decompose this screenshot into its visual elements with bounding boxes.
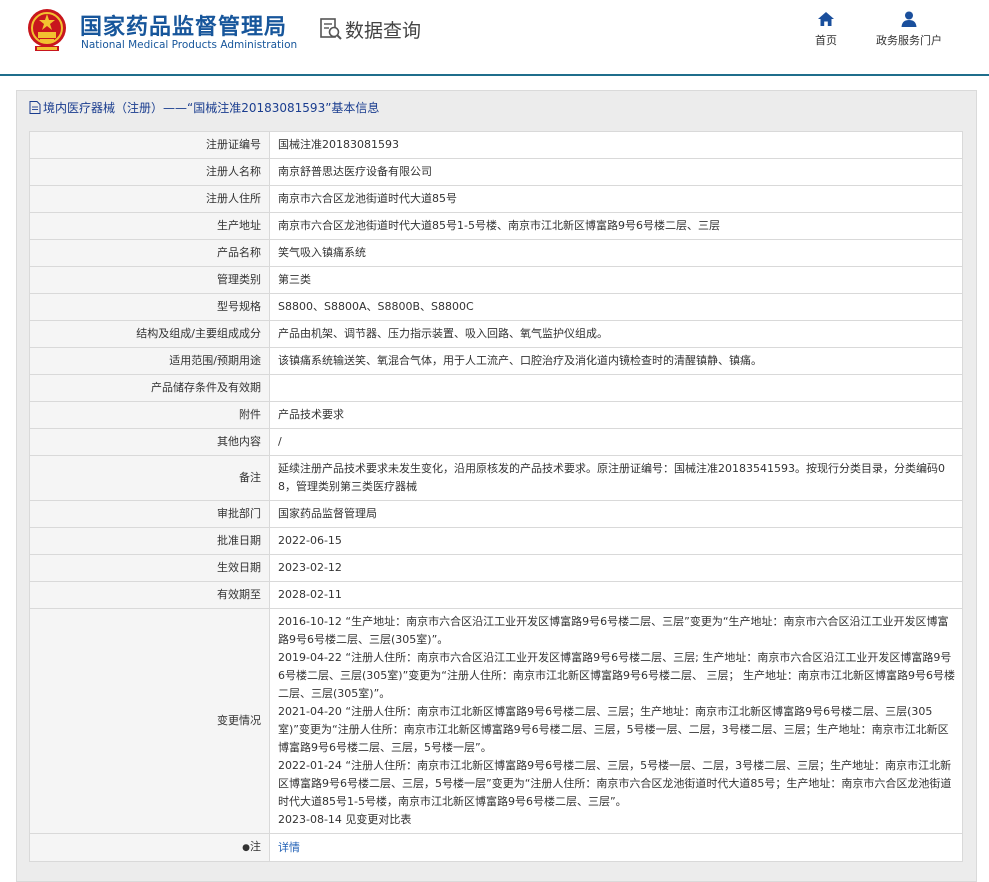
note-value: 详情 <box>269 833 963 862</box>
row-label: 结构及组成/主要组成成分 <box>29 320 270 348</box>
panel-title-text: 境内医疗器械（注册）——“国械注准20183081593”基本信息 <box>43 100 380 115</box>
site-header: 国家药品监督管理局 National Medical Products Admi… <box>0 0 989 76</box>
row-label: 注册人住所 <box>29 185 270 213</box>
detail-table-body: 注册证编号 国械注准20183081593 注册人名称 南京舒普思达医疗设备有限公司… <box>29 131 963 862</box>
table-row: 注册人住所 南京市六合区龙池街道时代大道85号 <box>29 185 963 213</box>
table-row: 批准日期 2022-06-15 <box>29 527 963 555</box>
row-value: 南京市六合区龙池街道时代大道85号 <box>269 185 963 213</box>
search-document-icon <box>320 18 342 40</box>
table-row: 适用范围/预期用途 该镇痛系统输送笑、氧混合气体，用于人工流产、口腔治疗及消化道内… <box>29 347 963 375</box>
row-value: S8800、S8800A、S8800B、S8800C <box>269 293 963 321</box>
row-label: 型号规格 <box>29 293 270 321</box>
row-label: 注册证编号 <box>29 131 270 159</box>
details-link[interactable]: 详情 <box>278 841 300 854</box>
nav-home-label: 首页 <box>815 34 837 47</box>
change-entry: 2019-04-22 “注册人住所：南京市六合区沿江工业开发区博富路9号6号楼二… <box>278 651 955 700</box>
row-label: 生产地址 <box>29 212 270 240</box>
row-value: 2023-02-12 <box>269 554 963 582</box>
change-entry: 2023-08-14 见变更对比表 <box>278 813 412 826</box>
row-value: 第三类 <box>269 266 963 294</box>
pin-icon: ● <box>242 843 250 853</box>
data-query-heading: 数据查询 <box>319 17 422 42</box>
row-label: 变更情况 <box>29 608 270 834</box>
changes-value: 2016-10-12 “生产地址：南京市六合区沿江工业开发区博富路9号6号楼二层… <box>269 608 963 834</box>
row-label: 其他内容 <box>29 428 270 456</box>
row-label: 注册人名称 <box>29 158 270 186</box>
table-row: 管理类别 第三类 <box>29 266 963 294</box>
note-label: 注 <box>250 840 261 853</box>
table-row-changes: 变更情况 2016-10-12 “生产地址：南京市六合区沿江工业开发区博富路9号… <box>29 608 963 834</box>
row-value: 笑气吸入镇痛系统 <box>269 239 963 267</box>
nav-service-portal-label: 政务服务门户 <box>876 34 942 47</box>
row-label: 产品储存条件及有效期 <box>29 374 270 402</box>
table-row: 型号规格 S8800、S8800A、S8800B、S8800C <box>29 293 963 321</box>
row-label: 审批部门 <box>29 500 270 528</box>
national-emblem-icon <box>28 9 66 51</box>
row-value: / <box>269 428 963 456</box>
document-icon <box>29 100 41 114</box>
table-row: 产品储存条件及有效期 <box>29 374 963 402</box>
detail-panel: 境内医疗器械（注册）——“国械注准20183081593”基本信息 注册证编号国… <box>16 90 977 882</box>
site-logo-subtitle[interactable]: National Medical Products Administration <box>81 39 297 51</box>
row-value: 国家药品监督管理局 <box>269 500 963 528</box>
change-entry: 2016-10-12 “生产地址：南京市六合区沿江工业开发区博富路9号6号楼二层… <box>278 615 949 646</box>
row-label: 有效期至 <box>29 581 270 609</box>
row-label: 批准日期 <box>29 527 270 555</box>
table-row: 生效日期 2023-02-12 <box>29 554 963 582</box>
change-entry: 2022-01-24 “注册人住所：南京市江北新区博富路9号6号楼二层、三层，5… <box>278 759 952 808</box>
row-label: 附件 <box>29 401 270 429</box>
table-row: 附件 产品技术要求 <box>29 401 963 429</box>
row-value: 延续注册产品技术要求未发生变化，沿用原核发的产品技术要求。原注册证编号：国械注准… <box>269 455 963 501</box>
table-row: 备注 延续注册产品技术要求未发生变化，沿用原核发的产品技术要求。原注册证编号：国械… <box>29 455 963 501</box>
nav-home[interactable]: 首页 <box>815 10 837 48</box>
home-icon <box>818 12 834 26</box>
row-label: 适用范围/预期用途 <box>29 347 270 375</box>
row-label: 备注 <box>29 455 270 501</box>
row-value: 该镇痛系统输送笑、氧混合气体，用于人工流产、口腔治疗及消化道内镜检查时的清醒镇静… <box>269 347 963 375</box>
row-value: 2022-06-15 <box>269 527 963 555</box>
table-row: 结构及组成/主要组成成分 产品由机架、调节器、压力指示装置、吸入回路、氧气监护仪组… <box>29 320 963 348</box>
row-value: 国械注准20183081593 <box>269 131 963 159</box>
row-value: 产品由机架、调节器、压力指示装置、吸入回路、氧气监护仪组成。 <box>269 320 963 348</box>
row-label: 管理类别 <box>29 266 270 294</box>
site-logo-title[interactable]: 国家药品监督管理局 <box>80 9 287 41</box>
user-icon <box>901 11 917 27</box>
panel-title: 境内医疗器械（注册）——“国械注准20183081593”基本信息 <box>17 91 976 123</box>
change-entry: 2021-04-20 “注册人住所：南京市江北新区博富路9号6号楼二层、三层；生… <box>278 705 949 754</box>
data-query-label: 数据查询 <box>345 19 422 42</box>
note-label-cell: ●注 <box>29 833 270 862</box>
table-row: 注册人名称 南京舒普思达医疗设备有限公司 <box>29 158 963 186</box>
table-row: 生产地址 南京市六合区龙池街道时代大道85号1-5号楼、南京市江北新区博富路9号6… <box>29 212 963 240</box>
row-value: 南京市六合区龙池街道时代大道85号1-5号楼、南京市江北新区博富路9号6号楼二层… <box>269 212 963 240</box>
row-value: 产品技术要求 <box>269 401 963 429</box>
table-row: 有效期至 2028-02-11 <box>29 581 963 609</box>
detail-table: 注册证编号 国械注准20183081593 注册人名称 南京舒普思达医疗设备有限公司… <box>29 131 963 862</box>
row-value: 2028-02-11 <box>269 581 963 609</box>
nav-service-portal[interactable]: 政务服务门户 <box>876 10 942 48</box>
row-label: 产品名称 <box>29 239 270 267</box>
table-row-note: ●注 详情 <box>29 833 963 862</box>
row-value <box>269 374 963 402</box>
table-row: 注册证编号 国械注准20183081593 <box>29 131 963 159</box>
table-row: 审批部门 国家药品监督管理局 <box>29 500 963 528</box>
table-row: 其他内容 / <box>29 428 963 456</box>
row-label: 生效日期 <box>29 554 270 582</box>
row-value: 南京舒普思达医疗设备有限公司 <box>269 158 963 186</box>
table-row: 产品名称 笑气吸入镇痛系统 <box>29 239 963 267</box>
